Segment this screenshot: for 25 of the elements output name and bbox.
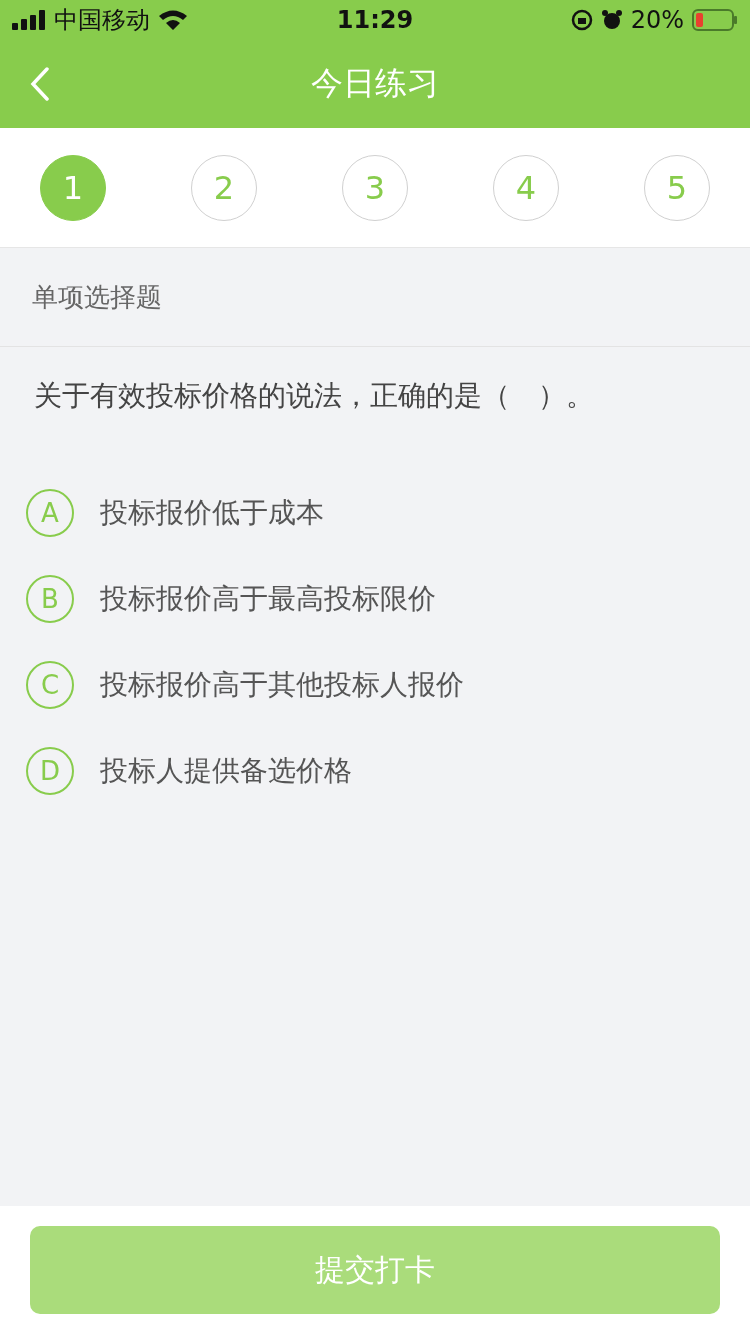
question-number-tab[interactable]: 4 (493, 154, 559, 221)
back-icon (30, 67, 50, 101)
battery-icon (692, 9, 738, 31)
question-text: 关于有效投标价格的说法，正确的是（ ）。 (34, 379, 594, 412)
option-letter[interactable]: B (26, 575, 74, 623)
section-title: 单项选择题 (32, 280, 162, 314)
option-text[interactable]: 投标报价高于最高投标限价 (100, 580, 436, 618)
question-number-tab[interactable]: 2 (191, 154, 257, 221)
rotation-lock-icon (570, 9, 593, 31)
question-number-tab[interactable]: 1 (40, 154, 106, 221)
question-number-tab[interactable]: 5 (644, 154, 710, 221)
option-text[interactable]: 投标人提供备选价格 (100, 752, 352, 790)
battery-percent: 20% (630, 6, 684, 34)
clock-time: 11:29 (336, 6, 414, 34)
carrier-name: 中国移动 (54, 5, 150, 36)
option-letter[interactable]: C (26, 661, 74, 709)
signal-icon (12, 10, 46, 30)
option-text[interactable]: 投标报价低于成本 (100, 494, 324, 532)
wifi-icon (158, 9, 188, 31)
page-title: 今日练习 (311, 63, 439, 104)
alarm-icon (600, 9, 623, 31)
question-number-tab[interactable]: 3 (342, 154, 408, 221)
option-letter[interactable]: A (26, 489, 74, 537)
option-letter[interactable]: D (26, 747, 74, 795)
option-text[interactable]: 投标报价高于其他投标人报价 (100, 666, 464, 704)
